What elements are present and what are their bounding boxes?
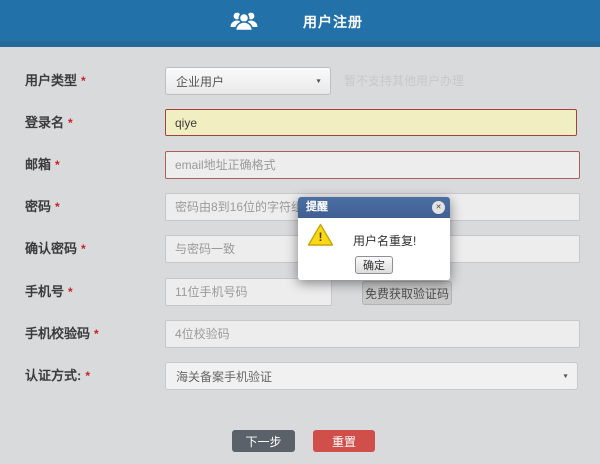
- login-name-label: 登录名*: [25, 109, 73, 137]
- sms-code-input[interactable]: [165, 320, 580, 348]
- form-actions: 下一步 重置: [0, 430, 600, 454]
- header-stripe: [0, 41, 600, 47]
- field-row-auth-method: 认证方式:* 海关备案手机验证 ▼: [0, 362, 600, 390]
- required-asterisk: *: [85, 369, 90, 383]
- caret-down-icon: ▼: [562, 373, 569, 379]
- phone-input[interactable]: [165, 278, 332, 306]
- phone-label: 手机号*: [25, 278, 73, 306]
- required-asterisk: *: [55, 200, 60, 214]
- user-type-selected-value: 企业用户: [176, 73, 224, 90]
- reset-button[interactable]: 重置: [313, 430, 375, 452]
- required-asterisk: *: [81, 242, 86, 256]
- user-type-label: 用户类型*: [25, 67, 86, 95]
- dialog-header[interactable]: 提醒 ✕: [298, 197, 450, 218]
- caret-down-icon: ▼: [315, 78, 322, 84]
- auth-method-select[interactable]: 海关备案手机验证 ▼: [165, 362, 578, 390]
- dialog-message: 用户名重复!: [353, 232, 416, 249]
- get-sms-code-button[interactable]: 免费获取验证码: [362, 281, 452, 305]
- user-type-select[interactable]: 企业用户 ▼: [165, 67, 331, 95]
- page-title: 用户注册: [303, 12, 363, 32]
- user-type-help-text: 暂不支持其他用户办理: [344, 67, 464, 95]
- required-asterisk: *: [94, 327, 99, 341]
- password-label: 密码*: [25, 193, 60, 221]
- email-input[interactable]: [165, 151, 580, 179]
- required-asterisk: *: [55, 158, 60, 172]
- close-icon[interactable]: ✕: [432, 201, 445, 214]
- sms-code-label: 手机校验码*: [25, 320, 99, 348]
- required-asterisk: *: [68, 116, 73, 130]
- dialog-title: 提醒: [306, 197, 328, 218]
- ok-button[interactable]: 确定: [355, 256, 393, 274]
- field-row-phone: 手机号* 免费获取验证码: [0, 278, 600, 306]
- login-name-input[interactable]: [165, 109, 577, 136]
- alert-dialog: 提醒 ✕ ! 用户名重复! 确定: [298, 197, 450, 280]
- confirm-password-label: 确认密码*: [25, 235, 86, 263]
- email-label: 邮箱*: [25, 151, 60, 179]
- field-row-user-type: 用户类型* 企业用户 ▼ 暂不支持其他用户办理: [0, 67, 600, 95]
- warning-triangle-icon: !: [307, 223, 334, 247]
- users-icon: [230, 9, 258, 33]
- field-row-sms-code: 手机校验码*: [0, 320, 600, 348]
- field-row-email: 邮箱*: [0, 151, 600, 179]
- exclamation-glyph: !: [307, 230, 334, 244]
- field-row-login-name: 登录名*: [0, 109, 600, 137]
- auth-method-label: 认证方式:*: [25, 362, 90, 390]
- next-step-button[interactable]: 下一步: [232, 430, 295, 452]
- auth-method-selected-value: 海关备案手机验证: [176, 368, 272, 385]
- required-asterisk: *: [68, 285, 73, 299]
- header-bar: 用户注册: [0, 0, 600, 41]
- required-asterisk: *: [81, 74, 86, 88]
- dialog-body: ! 用户名重复! 确定: [298, 218, 450, 280]
